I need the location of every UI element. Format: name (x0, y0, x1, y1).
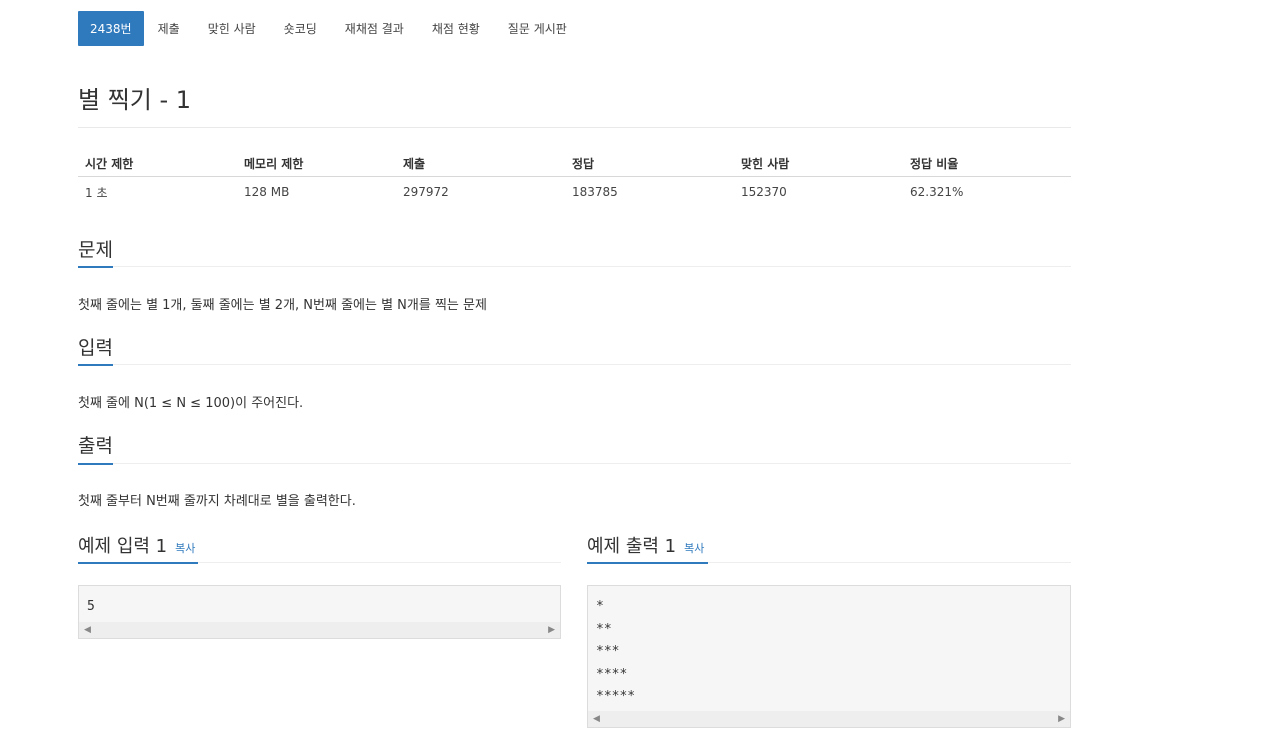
sample-output-box: * ** *** **** ***** ◀ ▶ (587, 585, 1071, 728)
sample-output-line: * (596, 599, 604, 614)
table-row: 1 초 128 MB 297972 183785 152370 62.321% (78, 177, 1071, 207)
scroll-right-icon[interactable]: ▶ (548, 625, 555, 635)
sample-output-heading: 예제 출력 1 복사 (587, 532, 704, 558)
problem-info-table: 시간 제한 메모리 제한 제출 정답 맞힌 사람 정답 비율 1 초 128 M… (78, 150, 1071, 207)
copy-sample-input-button[interactable]: 복사 (175, 540, 195, 556)
scroll-right-icon[interactable]: ▶ (1058, 714, 1065, 724)
output-underline (78, 463, 113, 465)
problem-nav-tabs: 2438번 제출 맞힌 사람 숏코딩 재채점 결과 채점 현황 질문 게시판 (78, 11, 581, 46)
tab-rejudge-results[interactable]: 재채점 결과 (331, 11, 418, 46)
value-memory-limit: 128 MB (244, 185, 290, 199)
description-underline (78, 266, 113, 268)
tab-short-coding[interactable]: 숏코딩 (270, 11, 331, 46)
value-accept-ratio: 62.321% (910, 185, 964, 199)
header-time-limit: 시간 제한 (85, 156, 134, 171)
sample-input-underline (78, 562, 198, 564)
value-accepted: 183785 (572, 185, 618, 199)
input-divider (78, 364, 1071, 365)
tab-status[interactable]: 채점 현황 (418, 11, 494, 46)
header-accepted: 정답 (572, 156, 595, 171)
value-time-limit: 1 초 (85, 185, 108, 200)
copy-sample-output-button[interactable]: 복사 (684, 540, 704, 556)
sample-input-title: 예제 입력 1 (78, 536, 168, 557)
page-title: 별 찍기 - 1 (78, 86, 192, 114)
tab-submit[interactable]: 제출 (144, 11, 194, 46)
input-heading: 입력 (78, 337, 113, 359)
header-accept-ratio: 정답 비율 (910, 156, 959, 171)
header-submissions: 제출 (403, 156, 426, 171)
input-underline (78, 364, 113, 366)
sample-output-line: ***** (596, 689, 636, 704)
output-text: 첫째 줄부터 N번째 줄까지 차례대로 별을 출력한다. (78, 494, 356, 509)
title-divider (78, 127, 1071, 128)
description-heading: 문제 (78, 239, 113, 261)
sample-output-content: * ** *** **** ***** (596, 596, 635, 709)
sample-input-scrollbar[interactable]: ◀ ▶ (79, 622, 560, 638)
sample-output-line: **** (596, 666, 628, 682)
sample-input-heading: 예제 입력 1 복사 (78, 532, 195, 558)
output-divider (78, 463, 1071, 464)
scroll-left-icon[interactable]: ◀ (84, 625, 91, 635)
header-memory-limit: 메모리 제한 (244, 156, 304, 171)
output-heading: 출력 (78, 435, 113, 457)
scroll-left-icon[interactable]: ◀ (593, 714, 600, 724)
sample-output-title: 예제 출력 1 (587, 536, 677, 557)
tab-question-board[interactable]: 질문 게시판 (494, 11, 581, 46)
info-table-header: 시간 제한 메모리 제한 제출 정답 맞힌 사람 정답 비율 (78, 150, 1071, 177)
header-solved-users: 맞힌 사람 (741, 156, 790, 171)
sample-output-underline (587, 562, 708, 564)
sample-input-box: 5 ◀ ▶ (78, 585, 561, 639)
input-text: 첫째 줄에 N(1 ≤ N ≤ 100)이 주어진다. (78, 396, 304, 411)
tab-solved-users[interactable]: 맞힌 사람 (194, 11, 270, 46)
sample-output-scrollbar[interactable]: ◀ ▶ (588, 711, 1070, 727)
value-submissions: 297972 (403, 185, 449, 199)
sample-output-line: ** (596, 621, 612, 637)
value-solved-users: 152370 (741, 185, 787, 199)
description-text: 첫째 줄에는 별 1개, 둘째 줄에는 별 2개, N번째 줄에는 별 N개를 … (78, 298, 487, 313)
sample-input-content: 5 (87, 596, 95, 619)
sample-input-line: 5 (87, 599, 95, 614)
description-divider (78, 266, 1071, 267)
sample-output-line: *** (596, 644, 620, 659)
tab-problem[interactable]: 2438번 (78, 11, 144, 46)
